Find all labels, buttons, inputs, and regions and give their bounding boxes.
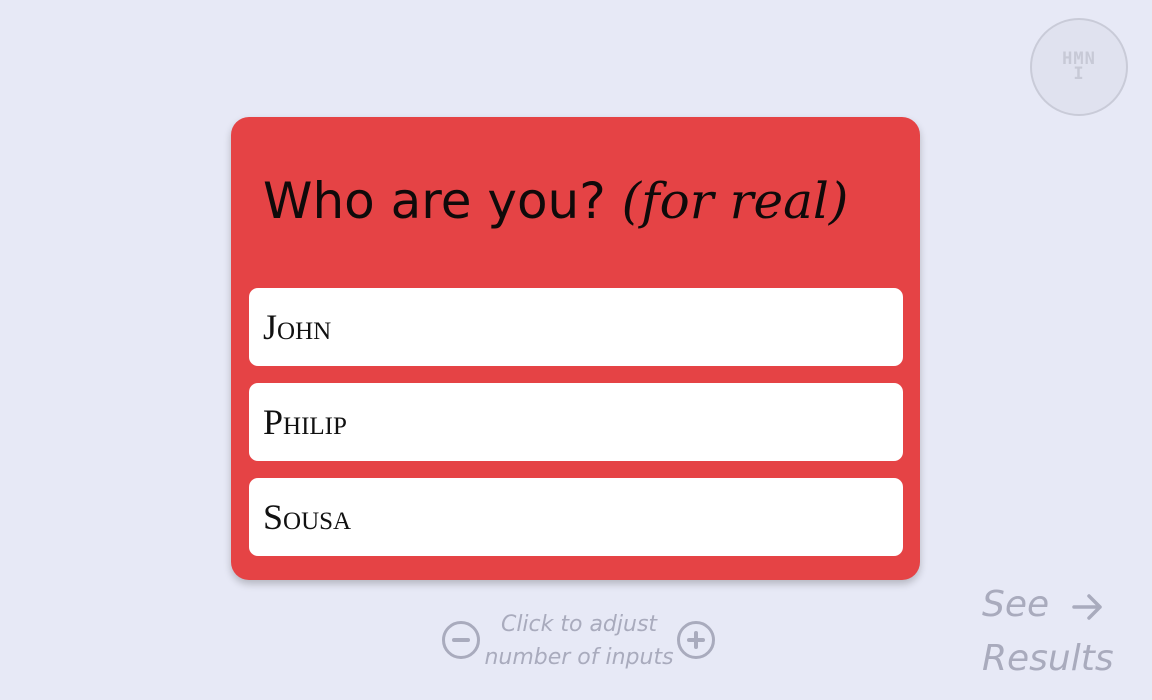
- card-title-main: Who are you?: [263, 172, 622, 230]
- remove-input-button[interactable]: [442, 621, 480, 659]
- names-card: Who are you? (for real): [231, 117, 920, 580]
- add-input-button[interactable]: [677, 621, 715, 659]
- name-input-third[interactable]: [249, 478, 903, 556]
- arrow-right-icon: [1072, 594, 1102, 620]
- adjust-hint-line2: number of inputs: [484, 645, 674, 670]
- card-title: Who are you? (for real): [263, 167, 848, 235]
- see-results-line1: See: [982, 578, 1142, 632]
- minus-circle-icon: [452, 638, 470, 642]
- logo-text: HMNI: [1062, 49, 1096, 84]
- adjust-hint-line1: Click to adjust: [500, 612, 658, 637]
- plus-circle-icon: [694, 631, 698, 649]
- page: HMNI Who are you? (for real) Click to ad…: [0, 0, 1152, 700]
- see-results-link[interactable]: See Results: [982, 578, 1142, 688]
- see-results-label-line2: Results: [982, 638, 1114, 679]
- card-title-emphasis: (for real): [621, 172, 849, 230]
- name-input-second[interactable]: [249, 383, 903, 461]
- logo-badge[interactable]: HMNI: [1030, 18, 1128, 116]
- see-results-label-line1: See: [982, 584, 1050, 625]
- name-input-first[interactable]: [249, 288, 903, 366]
- adjust-inputs-controls: Click to adjust number of inputs: [441, 606, 721, 676]
- adjust-hint: Click to adjust number of inputs: [481, 608, 677, 674]
